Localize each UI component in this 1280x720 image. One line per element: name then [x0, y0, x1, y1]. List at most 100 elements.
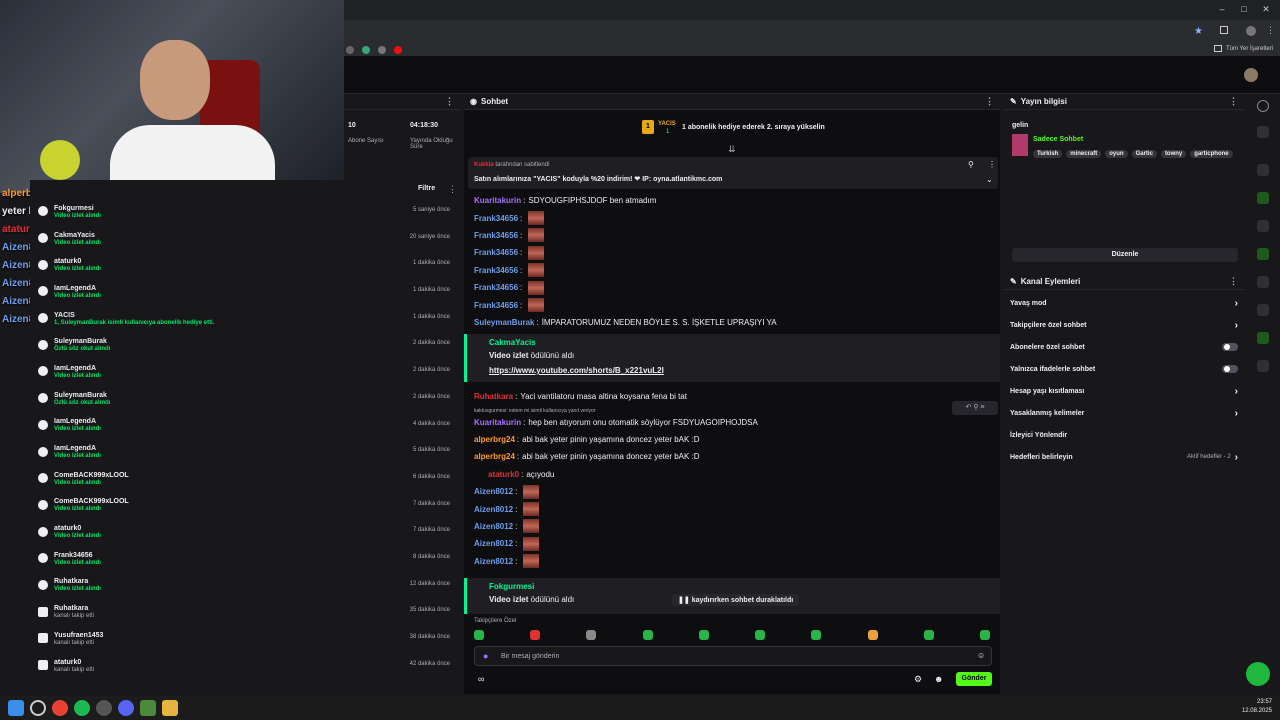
emote-icon[interactable]	[755, 630, 766, 640]
window-maximize-button[interactable]: □	[1236, 4, 1252, 16]
stream-tag[interactable]: garticphone	[1190, 150, 1233, 158]
channel-action-row[interactable]: Yavaş mod ›	[1004, 292, 1244, 314]
more-icon[interactable]: ⋮	[448, 184, 457, 195]
document-icon[interactable]	[1257, 220, 1269, 232]
more-icon[interactable]: ⋮	[1229, 96, 1238, 107]
windows-start-icon[interactable]	[8, 700, 24, 716]
message-actions[interactable]: ↶ ⚲ ≡	[952, 401, 998, 415]
extensions-icon[interactable]	[1220, 26, 1228, 34]
emote-icon[interactable]	[642, 630, 653, 640]
send-button[interactable]: Gönder	[956, 672, 992, 686]
chat-username[interactable]: Frank34656	[474, 283, 518, 292]
spotify-icon[interactable]	[74, 700, 90, 716]
all-bookmarks-link[interactable]: Tüm Yer İşaretleri	[1226, 46, 1273, 52]
channel-action-row[interactable]: Yalnızca ifadelerle sohbet	[1004, 358, 1244, 380]
chat-input-box[interactable]: ● Bir mesaj gönderin ☺	[474, 646, 992, 666]
chrome-icon[interactable]	[52, 700, 68, 716]
chat-username[interactable]: Ruhatkara	[474, 392, 513, 401]
chat-username[interactable]: alperbrg24	[474, 435, 515, 444]
layout-icon[interactable]	[1257, 304, 1269, 316]
browser-menu-icon[interactable]: ⋮	[1266, 25, 1275, 36]
chat-username[interactable]: ataturk0	[488, 470, 519, 479]
chat-username[interactable]: Frank34656	[474, 266, 518, 275]
stream-tag[interactable]: minecraft	[1066, 150, 1102, 158]
emote-icon[interactable]	[867, 630, 878, 640]
edit-stream-button[interactable]: Düzenle	[1012, 248, 1238, 262]
users-icon[interactable]	[1257, 360, 1269, 372]
obs-icon[interactable]	[96, 700, 112, 716]
profile-avatar[interactable]	[1246, 26, 1256, 36]
chat-username[interactable]: Frank34656	[474, 301, 518, 310]
broadcast-icon[interactable]	[1257, 276, 1269, 288]
discord-icon[interactable]	[118, 700, 134, 716]
file-explorer-icon[interactable]	[162, 700, 178, 716]
info-icon[interactable]	[1257, 100, 1269, 112]
bookmark-icon[interactable]	[362, 46, 370, 54]
chat-username[interactable]: Kuaritakurin	[474, 196, 521, 205]
emote-icon[interactable]	[979, 630, 990, 640]
wrench-icon[interactable]	[1257, 332, 1269, 344]
chat-username[interactable]: Aizen8012	[474, 539, 513, 548]
window-minimize-button[interactable]: –	[1214, 4, 1230, 16]
users-icon[interactable]: ☻	[934, 674, 943, 684]
emoji-icon[interactable]: ☺	[977, 651, 985, 660]
emote-icon[interactable]	[811, 630, 822, 640]
bookmark-icon[interactable]	[378, 46, 386, 54]
channel-action-row[interactable]: Hesap yaşı kısıtlaması ›	[1004, 380, 1244, 402]
chat-username[interactable]: SuleymanBurak	[474, 318, 534, 327]
emote-icon[interactable]	[923, 630, 934, 640]
toggle-switch[interactable]	[1222, 365, 1238, 373]
more-icon[interactable]: ⋮	[988, 160, 996, 169]
chat-icon[interactable]	[1257, 248, 1269, 260]
channel-points-icon[interactable]: ∞	[478, 674, 484, 684]
crosshair-icon[interactable]	[1257, 164, 1269, 176]
emote-icon[interactable]	[530, 630, 541, 640]
channel-action-row[interactable]: Abonelere özel sohbet	[1004, 336, 1244, 358]
chat-username[interactable]: Frank34656	[474, 248, 518, 257]
chat-username[interactable]: Kuaritakurin	[474, 418, 521, 427]
filter-button[interactable]: Filtre	[418, 185, 435, 192]
emote-icon[interactable]	[474, 630, 484, 640]
chevron-right-icon[interactable]: ›	[1235, 408, 1238, 419]
star-icon[interactable]: ★	[1194, 26, 1203, 37]
search-icon[interactable]	[30, 700, 46, 716]
pencil-icon[interactable]	[1257, 126, 1269, 138]
window-close-button[interactable]: ✕	[1258, 4, 1274, 16]
collapse-icon[interactable]: ⇊	[728, 144, 736, 155]
chat-paused-banner[interactable]: ❚❚ kaydırırken sohbet duraklatıldı	[672, 594, 800, 606]
chat-username[interactable]: Frank34656	[474, 231, 518, 240]
category-name[interactable]: Sadece Sohbet	[1033, 136, 1083, 143]
user-avatar[interactable]	[1244, 68, 1258, 82]
chat-username[interactable]: alperbrg24	[474, 452, 515, 461]
bolt-icon[interactable]	[1257, 192, 1269, 204]
stream-tag[interactable]: Gartic	[1131, 150, 1157, 158]
chevron-right-icon[interactable]: ›	[1235, 386, 1238, 397]
stream-tag[interactable]: Turkish	[1033, 150, 1063, 158]
channel-action-row[interactable]: Hedefleri belirleyin Aktif hedefler - 2 ›	[1004, 446, 1244, 468]
chat-username[interactable]: Aizen8012	[474, 557, 513, 566]
bookmark-icon[interactable]	[394, 46, 402, 54]
chat-username[interactable]: Aizen8012	[474, 487, 513, 496]
emote-icon[interactable]	[698, 630, 709, 640]
channel-action-row[interactable]: Takipçilere özel sohbet ›	[1004, 314, 1244, 336]
pin-icon[interactable]: ⚲	[968, 160, 974, 169]
more-icon[interactable]: ⋮	[985, 96, 994, 107]
minecraft-icon[interactable]	[140, 700, 156, 716]
channel-action-row[interactable]: Yasaklanmış kelimeler ›	[1004, 402, 1244, 424]
chat-username[interactable]: Aizen8012	[474, 522, 513, 531]
chevron-down-icon[interactable]: ⌄	[986, 175, 993, 184]
channel-action-row[interactable]: İzleyici Yönlendir	[1004, 424, 1244, 446]
chat-username[interactable]: Aizen8012	[474, 505, 513, 514]
bookmark-icon[interactable]	[346, 46, 354, 54]
chevron-right-icon[interactable]: ›	[1235, 320, 1238, 331]
stream-tag[interactable]: oyun	[1105, 150, 1128, 158]
toggle-switch[interactable]	[1222, 343, 1238, 351]
redeem-link[interactable]: https://www.youtube.com/shorts/B_x221vuL…	[489, 366, 1000, 375]
chevron-right-icon[interactable]: ›	[1235, 452, 1238, 463]
gear-icon[interactable]: ⚙	[914, 674, 922, 685]
more-icon[interactable]: ⋮	[1229, 276, 1238, 287]
more-icon[interactable]: ⋮	[445, 96, 454, 107]
chat-username[interactable]: Frank34656	[474, 214, 518, 223]
stream-tag[interactable]: towny	[1160, 150, 1187, 158]
mic-icon[interactable]: ●	[483, 651, 488, 661]
